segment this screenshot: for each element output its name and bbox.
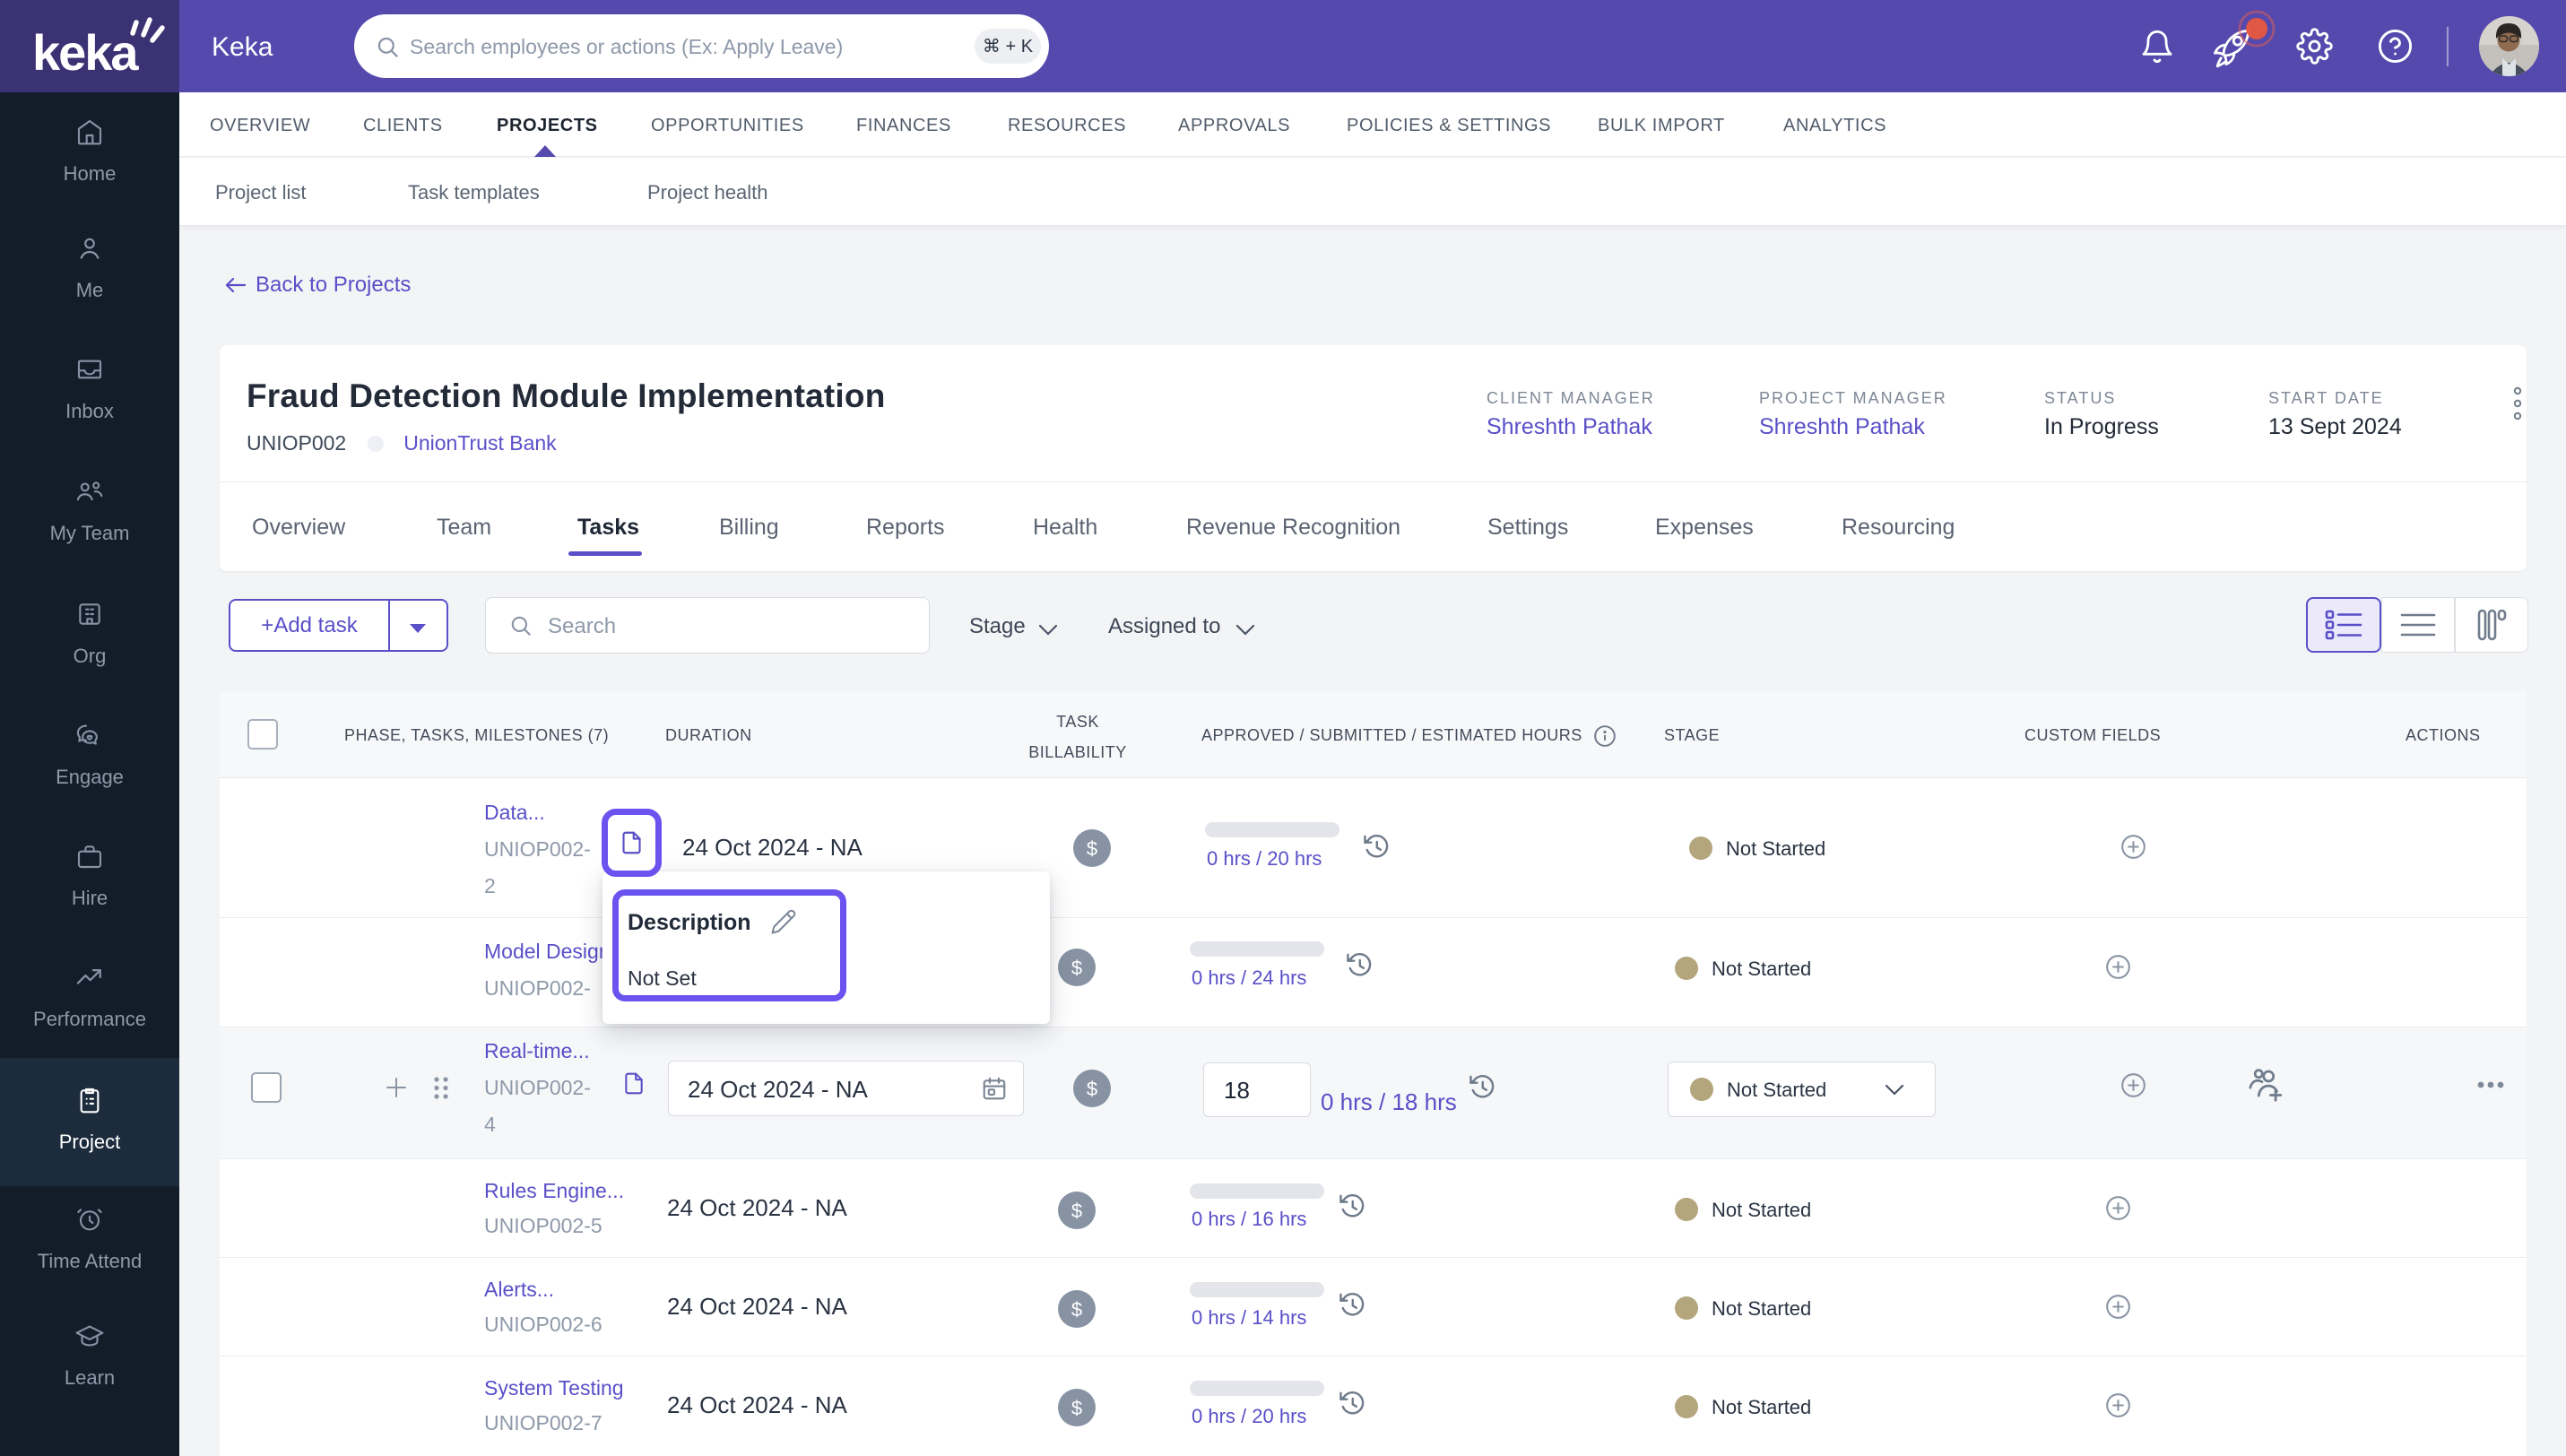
svg-text:keka: keka: [32, 24, 139, 81]
